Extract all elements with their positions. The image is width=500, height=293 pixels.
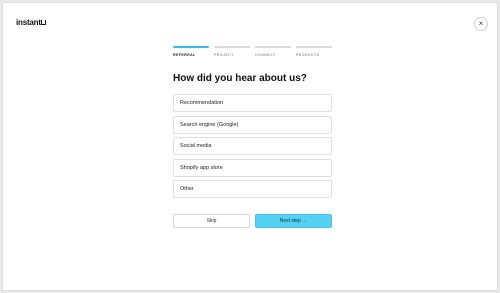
onboarding-window: instant × REFERRAL PROJECT CONNECT PRODU… [2,2,498,291]
step-connect: CONNECT [255,46,291,57]
page-title: How did you hear about us? [173,73,307,84]
step-referral: REFERRAL [173,46,209,57]
option-search-engine[interactable]: Search engine (Google) [173,115,332,134]
step-label: PRODUCTS [296,53,320,57]
option-social-media[interactable]: Social media [173,137,332,156]
step-label: CONNECT [255,53,276,57]
step-bar [296,46,332,48]
logo-text: instant [16,18,41,27]
step-project: PROJECT [214,46,250,57]
option-other[interactable]: Other [173,180,332,199]
progress-steps: REFERRAL PROJECT CONNECT PRODUCTS [173,46,333,57]
form-actions: Skip Next step → [173,214,332,228]
option-shopify-app-store[interactable]: Shopify app store [173,158,332,177]
step-label: PROJECT [214,53,234,57]
referral-options: Recommendation Search engine (Google) So… [173,94,332,202]
step-bar [173,46,209,48]
logo: instant [16,18,47,27]
logo-mark-icon [41,20,47,25]
close-button[interactable]: × [474,17,488,31]
close-icon: × [478,19,484,28]
step-label: REFERRAL [173,53,196,57]
skip-button[interactable]: Skip [173,214,250,228]
option-recommendation[interactable]: Recommendation [173,94,332,112]
step-bar [214,46,250,48]
step-bar [255,46,291,48]
next-step-button[interactable]: Next step → [255,214,332,228]
step-products: PRODUCTS [296,46,332,57]
